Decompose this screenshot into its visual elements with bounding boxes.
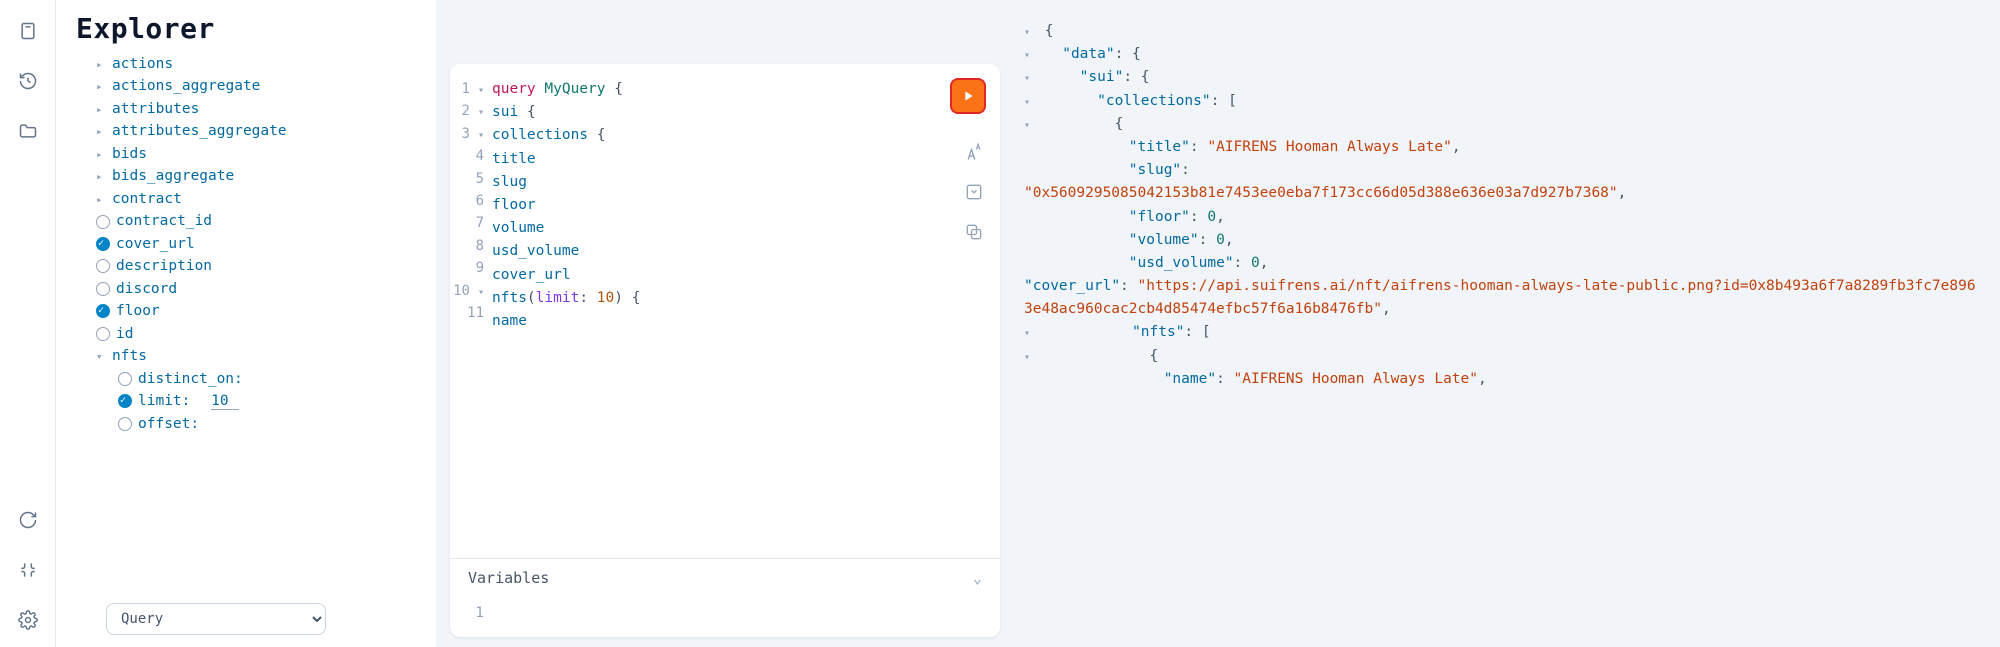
copy-icon[interactable] — [964, 222, 984, 242]
query-editor-card: 1 ▾ 2 ▾ 3 ▾ 4 5 6 7 8 9 10 ▾ 11 query My… — [450, 64, 1000, 637]
tree-item-description[interactable]: description — [96, 255, 416, 277]
variables-toggle[interactable]: Variables ⌄ — [450, 558, 1000, 597]
tree-item-actions-aggregate[interactable]: ▸actions_aggregate — [96, 75, 416, 97]
tree-item-bids[interactable]: ▸bids — [96, 143, 416, 165]
prettify-icon[interactable] — [964, 142, 984, 162]
explorer-title: Explorer — [66, 12, 416, 53]
chevron-down-icon: ⌄ — [973, 569, 982, 587]
tree-item-cover-url[interactable]: cover_url — [96, 233, 416, 255]
operation-type-select[interactable]: Query — [106, 603, 326, 635]
left-rail — [0, 0, 56, 647]
variables-editor[interactable]: 1 — [450, 597, 1000, 637]
keyboard-icon[interactable] — [17, 559, 39, 581]
tree-item-id[interactable]: id — [96, 323, 416, 345]
tree-item-contract-id[interactable]: contract_id — [96, 210, 416, 232]
tree-item-discord[interactable]: discord — [96, 278, 416, 300]
tree-item-offset[interactable]: offset: — [118, 413, 416, 435]
schema-tree: ▸actions ▸actions_aggregate ▸attributes … — [66, 53, 416, 595]
query-editor[interactable]: query MyQuery { sui { collections { titl… — [492, 78, 986, 558]
line-gutter: 1 ▾ 2 ▾ 3 ▾ 4 5 6 7 8 9 10 ▾ 11 — [450, 78, 492, 558]
merge-icon[interactable] — [964, 182, 984, 202]
folder-icon[interactable] — [17, 120, 39, 142]
history-icon[interactable] — [17, 70, 39, 92]
tree-item-nfts[interactable]: ▾nfts — [96, 345, 416, 367]
tree-item-limit[interactable]: limit: — [118, 390, 416, 412]
refresh-icon[interactable] — [17, 509, 39, 531]
tree-item-bids-aggregate[interactable]: ▸bids_aggregate — [96, 165, 416, 187]
document-icon[interactable] — [17, 20, 39, 42]
tree-item-floor[interactable]: floor — [96, 300, 416, 322]
tree-item-attributes[interactable]: ▸attributes — [96, 98, 416, 120]
tree-item-distinct-on[interactable]: distinct_on: — [118, 368, 416, 390]
limit-input[interactable] — [211, 393, 239, 410]
tree-item-contract[interactable]: ▸contract — [96, 188, 416, 210]
run-query-button[interactable] — [950, 78, 986, 114]
tree-item-attributes-aggregate[interactable]: ▸attributes_aggregate — [96, 120, 416, 142]
variables-label: Variables — [468, 569, 549, 587]
result-panel: ▾ { ▾ "data": { ▾ "sui": { ▾ "collection… — [1014, 14, 1990, 637]
gear-icon[interactable] — [17, 609, 39, 631]
tree-item-actions[interactable]: ▸actions — [96, 53, 416, 75]
explorer-panel: Explorer ▸actions ▸actions_aggregate ▸at… — [56, 0, 436, 647]
main-area: 1 ▾ 2 ▾ 3 ▾ 4 5 6 7 8 9 10 ▾ 11 query My… — [436, 0, 2000, 647]
